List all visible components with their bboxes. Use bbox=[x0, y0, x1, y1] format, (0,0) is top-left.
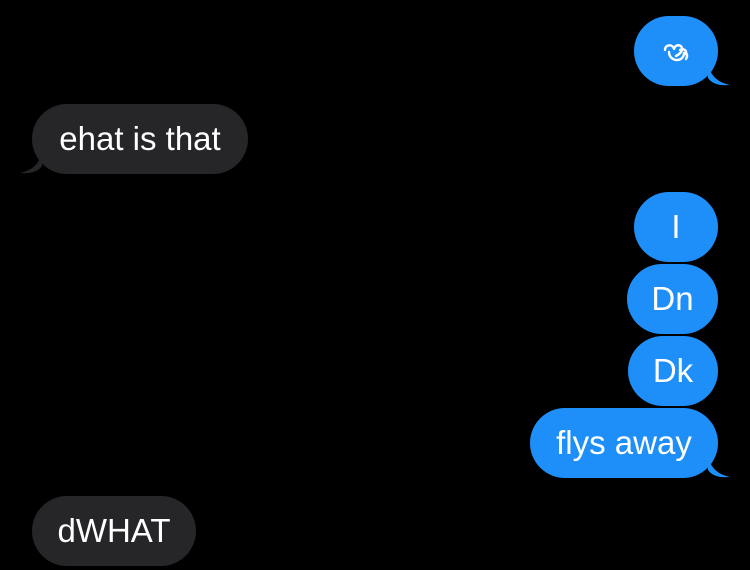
glyph-emoji-icon bbox=[663, 44, 689, 62]
received-message-bubble[interactable]: ehat is that bbox=[32, 104, 248, 174]
message-text: ehat is that bbox=[59, 120, 221, 157]
message-text: Dk bbox=[652, 352, 694, 389]
message-text: dWHAT bbox=[57, 512, 171, 549]
message-text: Dn bbox=[651, 280, 694, 317]
sent-message-bubble[interactable]: flys away bbox=[530, 408, 718, 478]
bubble-tail bbox=[708, 64, 730, 86]
received-message-bubble[interactable]: dWHAT bbox=[32, 496, 196, 566]
sent-message-bubble[interactable]: Dk bbox=[628, 336, 718, 406]
sent-message-bubble[interactable] bbox=[634, 16, 718, 86]
bubble-tail bbox=[708, 456, 730, 478]
sent-message-bubble[interactable]: Dn bbox=[627, 264, 718, 334]
bubble-tail bbox=[20, 152, 42, 174]
sent-message-bubble[interactable]: I bbox=[634, 192, 718, 262]
message-text: I bbox=[671, 208, 681, 245]
message-text: flys away bbox=[556, 424, 692, 461]
